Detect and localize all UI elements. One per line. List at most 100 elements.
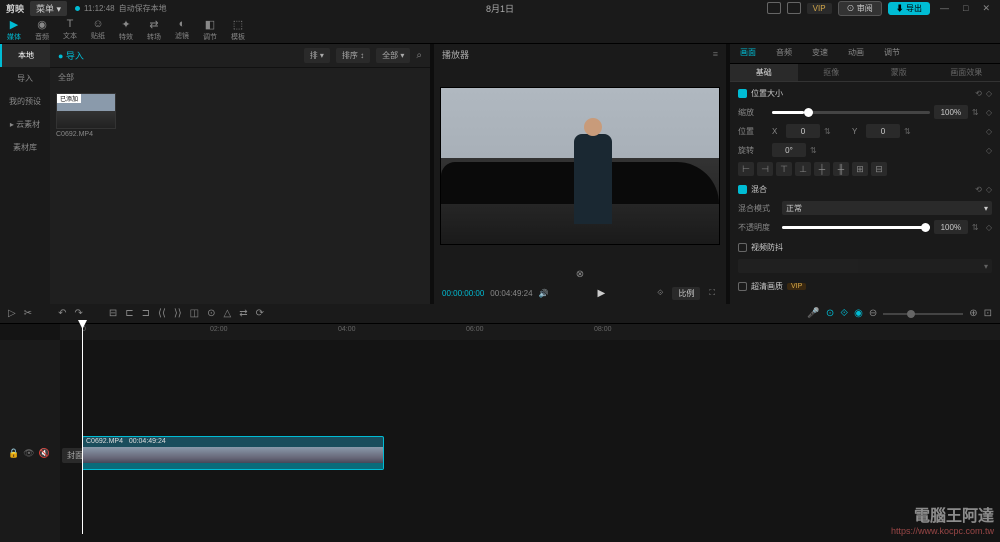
- opacity-slider[interactable]: [782, 226, 930, 229]
- tab-sticker[interactable]: ☺贴纸: [84, 16, 112, 43]
- insp-sub-mask[interactable]: 蒙版: [865, 64, 933, 82]
- align-dist-h[interactable]: ⊞: [852, 162, 868, 176]
- rotate-icon[interactable]: ⟳: [256, 308, 264, 319]
- opacity-value[interactable]: 100%: [934, 220, 968, 234]
- link-icon[interactable]: ⟐: [840, 308, 848, 319]
- review-button[interactable]: ⊙ 审阅: [838, 1, 882, 16]
- blendmode-select[interactable]: 正常▾: [782, 201, 992, 215]
- vip-badge[interactable]: VIP: [807, 3, 832, 14]
- tab-transition[interactable]: ⇄转场: [140, 16, 168, 43]
- mirror-icon[interactable]: ⇄: [239, 308, 247, 319]
- layout-icon-2[interactable]: [787, 2, 801, 14]
- scale-icon[interactable]: ⟐: [654, 288, 666, 298]
- close-button[interactable]: ✕: [978, 3, 994, 14]
- hdr-checkbox[interactable]: [738, 282, 747, 291]
- reset-icon[interactable]: ⟲: [975, 89, 982, 98]
- tab-effect[interactable]: ✦特效: [112, 16, 140, 43]
- undo-icon[interactable]: ↶: [58, 308, 66, 319]
- sidebar-cloud[interactable]: ▸ 云素材: [0, 113, 50, 136]
- zoom-slider[interactable]: [883, 313, 963, 315]
- rot-value[interactable]: 0°: [772, 143, 806, 157]
- sort-button[interactable]: 排序 ↕: [336, 48, 370, 63]
- export-button[interactable]: ⬇ 导出: [888, 2, 930, 15]
- insp-tab-adjust[interactable]: 调节: [874, 44, 910, 63]
- scale-slider[interactable]: [772, 111, 930, 114]
- stabilize-select[interactable]: ▾: [738, 259, 992, 273]
- group-left-icon[interactable]: ⟨⟨: [158, 308, 166, 319]
- keyframe-icon[interactable]: ◇: [986, 89, 992, 98]
- mute-icon[interactable]: 🔇: [39, 448, 50, 459]
- preview-toggle-icon[interactable]: ◉: [854, 308, 863, 319]
- fullscreen-icon[interactable]: ⛶: [706, 288, 718, 298]
- magnet-icon[interactable]: ⊙: [826, 308, 834, 319]
- blend-checkbox[interactable]: [738, 185, 747, 194]
- insp-tab-audio[interactable]: 音频: [766, 44, 802, 63]
- maximize-button[interactable]: □: [959, 3, 972, 13]
- position-checkbox[interactable]: [738, 89, 747, 98]
- insp-sub-basic[interactable]: 基础: [730, 64, 798, 82]
- align-bottom[interactable]: ╫: [833, 162, 849, 176]
- tab-template[interactable]: ⬚模板: [224, 16, 252, 43]
- insp-tab-speed[interactable]: 变速: [802, 44, 838, 63]
- insp-tab-anim[interactable]: 动画: [838, 44, 874, 63]
- timeline-ruler[interactable]: 0 02:00 04:00 06:00 08:00: [60, 324, 1000, 340]
- layout-icon-1[interactable]: [767, 2, 781, 14]
- ratio-button[interactable]: 比例: [672, 287, 700, 300]
- zoom-out-icon[interactable]: ⊖: [869, 308, 877, 319]
- pos-x[interactable]: 0: [786, 124, 820, 138]
- delete-right-icon[interactable]: ⊐: [142, 308, 150, 319]
- search-icon[interactable]: ⌕: [416, 50, 422, 61]
- split-icon[interactable]: ⊟: [109, 308, 117, 319]
- crop-icon[interactable]: ◫: [190, 308, 199, 319]
- import-button[interactable]: ● 导入: [58, 49, 84, 62]
- view-mode[interactable]: 排 ▾: [304, 48, 330, 63]
- zoom-fit-icon[interactable]: ⊡: [984, 308, 992, 319]
- video-preview[interactable]: [440, 87, 720, 245]
- delete-left-icon[interactable]: ⊏: [125, 308, 133, 319]
- play-button[interactable]: ▶: [555, 288, 649, 299]
- zoom-icon[interactable]: ⊙: [207, 308, 215, 319]
- insp-sub-cutout[interactable]: 抠像: [798, 64, 866, 82]
- align-left[interactable]: ⊢: [738, 162, 754, 176]
- timeline-clip[interactable]: C0692.MP4 00:04:49:24: [82, 436, 384, 470]
- tab-adjust[interactable]: ◧调节: [196, 16, 224, 43]
- sidebar-import[interactable]: 导入: [0, 67, 50, 90]
- mic-icon[interactable]: 🎤: [807, 308, 819, 319]
- media-category[interactable]: 全部: [50, 68, 430, 87]
- group-right-icon[interactable]: ⟩⟩: [174, 308, 182, 319]
- select-tool[interactable]: ▷: [8, 308, 16, 319]
- eye-icon[interactable]: 👁: [23, 448, 34, 459]
- insp-sub-fx[interactable]: 画面效果: [933, 64, 1000, 82]
- lock-icon[interactable]: 🔒: [8, 448, 19, 459]
- align-vcenter[interactable]: ┼: [814, 162, 830, 176]
- menu-dropdown[interactable]: 菜单 ▾: [30, 1, 67, 16]
- insp-tab-picture[interactable]: 画面: [730, 44, 766, 63]
- sidebar-preset[interactable]: 我的预设: [0, 90, 50, 113]
- align-top[interactable]: ⊥: [795, 162, 811, 176]
- project-title[interactable]: 8月1日: [486, 2, 514, 15]
- scale-stepper[interactable]: ⇅: [972, 108, 982, 117]
- tab-filter[interactable]: ◐滤镜: [168, 16, 196, 43]
- zoom-in-icon[interactable]: ⊕: [969, 308, 977, 319]
- scale-value[interactable]: 100%: [934, 105, 968, 119]
- sidebar-library[interactable]: 素材库: [0, 136, 50, 159]
- filter-button[interactable]: 全部 ▾: [376, 48, 410, 63]
- stabilize-checkbox[interactable]: [738, 243, 747, 252]
- pos-y[interactable]: 0: [866, 124, 900, 138]
- align-dist-v[interactable]: ⊟: [871, 162, 887, 176]
- blend-reset-icon[interactable]: ⟲: [975, 185, 982, 194]
- align-hcenter[interactable]: ⊣: [757, 162, 773, 176]
- scale-keyframe[interactable]: ◇: [986, 108, 992, 117]
- redo-icon[interactable]: ↷: [74, 308, 82, 319]
- playhead[interactable]: [82, 324, 83, 534]
- rot-keyframe[interactable]: ◇: [986, 146, 992, 155]
- sidebar-local[interactable]: 本地: [0, 44, 50, 67]
- timeline-tracks[interactable]: 🔒 👁 🔇 封面 C0692.MP4 00:04:49:24: [0, 340, 1000, 542]
- pos-keyframe[interactable]: ◇: [986, 127, 992, 136]
- tab-media[interactable]: ▶媒体: [0, 16, 28, 43]
- freeze-icon[interactable]: △: [224, 308, 232, 319]
- cut-tool[interactable]: ✂: [24, 308, 32, 319]
- preview-menu-icon[interactable]: ≡: [713, 49, 718, 59]
- minimize-button[interactable]: —: [936, 3, 953, 13]
- align-right[interactable]: ⊤: [776, 162, 792, 176]
